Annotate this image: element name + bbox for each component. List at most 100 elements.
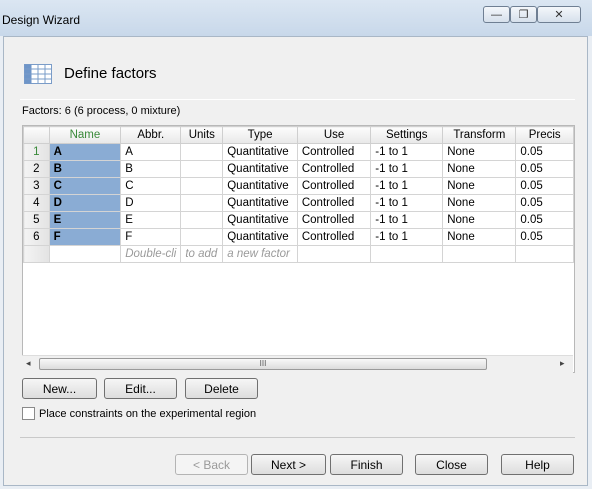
empty-cell[interactable] [515, 245, 574, 263]
factors-grid[interactable]: Name Abbr. Units Type Use Settings Trans… [22, 125, 575, 373]
precision-cell[interactable]: 0.05 [515, 194, 574, 212]
close-button-label: Close [436, 457, 467, 472]
precision-cell[interactable]: 0.05 [515, 160, 574, 178]
type-cell[interactable]: Quantitative [222, 143, 298, 161]
window-title: Design Wizard [2, 13, 81, 27]
transform-cell[interactable]: None [442, 228, 517, 246]
factor-name-cell[interactable]: E [48, 211, 122, 229]
table-row[interactable]: 4 D D Quantitative Controlled -1 to 1 No… [23, 194, 574, 212]
type-cell[interactable]: Quantitative [222, 194, 298, 212]
empty-cell[interactable] [442, 245, 517, 263]
close-window-button[interactable]: ✕ [537, 6, 581, 23]
type-cell[interactable]: Quantitative [222, 211, 298, 229]
use-cell[interactable]: Controlled [296, 160, 372, 178]
finish-button[interactable]: Finish [330, 454, 403, 475]
new-factor-name-cell[interactable] [48, 245, 122, 263]
restore-icon: ❐ [518, 9, 529, 21]
scrollbar-thumb[interactable]: III [39, 358, 487, 370]
units-cell[interactable] [180, 177, 224, 195]
abbr-cell[interactable]: F [120, 228, 182, 246]
settings-cell[interactable]: -1 to 1 [370, 160, 444, 178]
help-button[interactable]: Help [501, 454, 574, 475]
delete-factor-button[interactable]: Delete [185, 378, 258, 399]
precision-cell[interactable]: 0.05 [515, 143, 574, 161]
settings-cell[interactable]: -1 to 1 [370, 228, 444, 246]
use-cell[interactable]: Controlled [296, 194, 372, 212]
new-factor-row[interactable]: Double-cli to add a new factor [23, 245, 574, 263]
edit-factor-button[interactable]: Edit... [104, 378, 177, 399]
abbr-cell[interactable]: C [120, 177, 182, 195]
units-cell[interactable] [180, 211, 224, 229]
constraints-label: Place constraints on the experimental re… [39, 407, 257, 420]
empty-cell[interactable] [296, 245, 372, 263]
column-header-precision[interactable]: Precis [515, 126, 574, 144]
new-factor-hint[interactable]: a new factor [222, 245, 298, 263]
scroll-right-icon[interactable]: ▸ [560, 358, 565, 369]
column-header-abbr[interactable]: Abbr. [120, 126, 182, 144]
units-cell[interactable] [180, 160, 224, 178]
use-cell[interactable]: Controlled [296, 228, 372, 246]
empty-cell[interactable] [370, 245, 444, 263]
row-number [23, 245, 50, 263]
edit-button-label: Edit... [125, 381, 156, 396]
use-cell[interactable]: Controlled [296, 143, 372, 161]
settings-cell[interactable]: -1 to 1 [370, 143, 444, 161]
transform-cell[interactable]: None [442, 194, 517, 212]
transform-cell[interactable]: None [442, 177, 517, 195]
type-cell[interactable]: Quantitative [222, 228, 298, 246]
table-row[interactable]: 5 E E Quantitative Controlled -1 to 1 No… [23, 211, 574, 229]
table-row[interactable]: 1 A A Quantitative Controlled -1 to 1 No… [23, 143, 574, 161]
horizontal-scrollbar[interactable]: ◂ III ▸ [22, 355, 573, 373]
units-cell[interactable] [180, 143, 224, 161]
type-cell[interactable]: Quantitative [222, 160, 298, 178]
row-number: 1 [23, 143, 50, 161]
column-header-name[interactable]: Name [48, 126, 122, 144]
constraints-checkbox[interactable]: Place constraints on the experimental re… [22, 407, 256, 420]
row-number: 5 [23, 211, 50, 229]
use-cell[interactable]: Controlled [296, 177, 372, 195]
footer-divider [20, 437, 575, 438]
back-button[interactable]: < Back [175, 454, 248, 475]
transform-cell[interactable]: None [442, 143, 517, 161]
settings-cell[interactable]: -1 to 1 [370, 194, 444, 212]
new-factor-hint[interactable]: Double-cli [120, 245, 182, 263]
table-row[interactable]: 2 B B Quantitative Controlled -1 to 1 No… [23, 160, 574, 178]
settings-cell[interactable]: -1 to 1 [370, 177, 444, 195]
factor-name-cell[interactable]: D [48, 194, 122, 212]
factor-name-cell[interactable]: C [48, 177, 122, 195]
abbr-cell[interactable]: B [120, 160, 182, 178]
column-header-units[interactable]: Units [180, 126, 224, 144]
abbr-cell[interactable]: D [120, 194, 182, 212]
units-cell[interactable] [180, 194, 224, 212]
abbr-cell[interactable]: E [120, 211, 182, 229]
table-row[interactable]: 6 F F Quantitative Controlled -1 to 1 No… [23, 228, 574, 246]
factor-name-cell[interactable]: A [48, 143, 122, 161]
column-header-use[interactable]: Use [296, 126, 372, 144]
units-cell[interactable] [180, 228, 224, 246]
table-row[interactable]: 3 C C Quantitative Controlled -1 to 1 No… [23, 177, 574, 195]
transform-cell[interactable]: None [442, 160, 517, 178]
row-number: 2 [23, 160, 50, 178]
settings-cell[interactable]: -1 to 1 [370, 211, 444, 229]
close-button[interactable]: Close [415, 454, 488, 475]
type-cell[interactable]: Quantitative [222, 177, 298, 195]
scroll-left-icon[interactable]: ◂ [26, 358, 31, 369]
maximize-button[interactable]: ❐ [510, 6, 537, 23]
precision-cell[interactable]: 0.05 [515, 177, 574, 195]
abbr-cell[interactable]: A [120, 143, 182, 161]
transform-cell[interactable]: None [442, 211, 517, 229]
next-button[interactable]: Next > [251, 454, 326, 475]
new-factor-hint[interactable]: to add [180, 245, 224, 263]
column-header-settings[interactable]: Settings [370, 126, 444, 144]
minimize-button[interactable]: — [483, 6, 510, 23]
new-factor-button[interactable]: New... [22, 378, 97, 399]
column-header-transform[interactable]: Transform [442, 126, 517, 144]
minimize-icon: — [491, 8, 502, 21]
factor-name-cell[interactable]: B [48, 160, 122, 178]
precision-cell[interactable]: 0.05 [515, 211, 574, 229]
column-header-type[interactable]: Type [222, 126, 298, 144]
precision-cell[interactable]: 0.05 [515, 228, 574, 246]
checkbox-box[interactable] [22, 407, 35, 420]
factor-name-cell[interactable]: F [48, 228, 122, 246]
use-cell[interactable]: Controlled [296, 211, 372, 229]
